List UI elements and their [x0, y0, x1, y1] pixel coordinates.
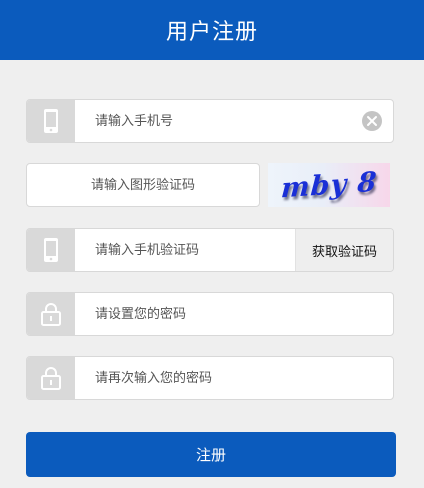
password-confirm-input[interactable] — [75, 357, 393, 399]
captcha-image[interactable]: mby 8 — [268, 163, 390, 207]
lock-icon — [41, 303, 61, 326]
captcha-input[interactable] — [27, 164, 259, 206]
sms-code-row: 获取验证码 — [26, 228, 394, 272]
register-button[interactable]: 注册 — [26, 432, 396, 477]
lock-icon-cell — [27, 357, 75, 399]
phone-icon-cell — [27, 229, 75, 271]
page-title: 用户注册 — [165, 20, 258, 45]
phone-icon-cell — [27, 100, 75, 142]
get-sms-code-button[interactable]: 获取验证码 — [295, 229, 393, 271]
lock-icon-cell — [27, 293, 75, 335]
lock-icon — [41, 367, 61, 390]
captcha-image-text: mby 8 — [279, 166, 379, 204]
phone-icon — [44, 238, 58, 262]
clear-icon[interactable] — [361, 110, 383, 132]
password-row — [26, 292, 394, 336]
sms-code-input[interactable] — [75, 229, 295, 271]
phone-icon — [44, 109, 58, 133]
phone-row — [26, 99, 394, 143]
captcha-row — [26, 163, 260, 207]
register-page: 用户注册 mby 8 — [0, 0, 424, 488]
header-bar: 用户注册 — [0, 0, 424, 60]
phone-input[interactable] — [75, 100, 361, 142]
password-confirm-row — [26, 356, 394, 400]
password-input[interactable] — [75, 293, 393, 335]
